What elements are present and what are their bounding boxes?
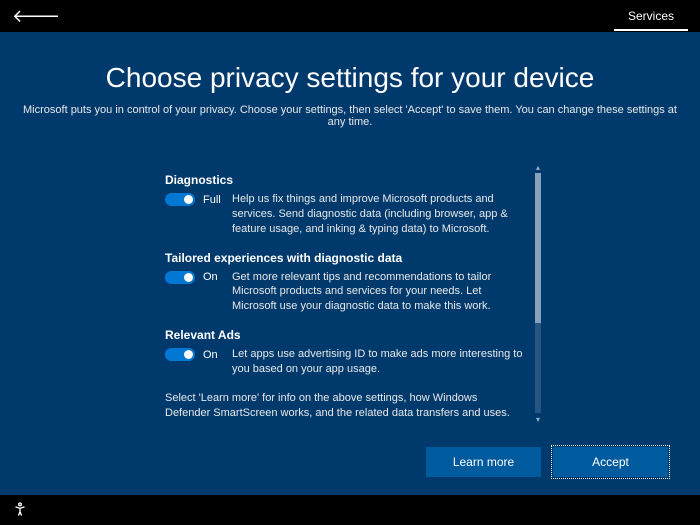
learn-more-button[interactable]: Learn more <box>426 447 541 477</box>
scroll-down-icon[interactable]: ▾ <box>533 415 543 423</box>
settings-footer-note: Select 'Learn more' for info on the abov… <box>165 391 525 421</box>
tab-services[interactable]: Services <box>614 1 688 31</box>
toggle-diagnostics[interactable] <box>165 193 195 206</box>
settings-list: ▴ ▾ Diagnostics Full Help us fix things … <box>165 173 535 420</box>
page-title: Choose privacy settings for your device <box>0 62 700 94</box>
toggle-ads[interactable] <box>165 348 195 361</box>
main-panel: Choose privacy settings for your device … <box>0 32 700 495</box>
scroll-up-icon[interactable]: ▴ <box>533 163 543 171</box>
setting-diagnostics: Diagnostics Full Help us fix things and … <box>165 173 525 237</box>
toggle-diagnostics-state: Full <box>203 194 221 206</box>
button-row: Learn more Accept <box>426 447 668 477</box>
scrollbar-thumb[interactable] <box>535 173 541 323</box>
back-arrow-icon[interactable]: 🡐 <box>12 6 60 27</box>
bottom-bar <box>0 495 700 525</box>
setting-diagnostics-title: Diagnostics <box>165 173 525 187</box>
setting-ads: Relevant Ads On Let apps use advertising… <box>165 328 525 377</box>
setting-tailored-title: Tailored experiences with diagnostic dat… <box>165 251 525 265</box>
top-bar: 🡐 Services <box>0 0 700 32</box>
setting-ads-desc: Let apps use advertising ID to make ads … <box>232 347 525 377</box>
accept-button[interactable]: Accept <box>553 447 668 477</box>
toggle-tailored[interactable] <box>165 271 195 284</box>
page-subtitle: Microsoft puts you in control of your pr… <box>0 104 700 128</box>
setting-tailored-desc: Get more relevant tips and recommendatio… <box>232 270 525 315</box>
setting-tailored: Tailored experiences with diagnostic dat… <box>165 251 525 315</box>
accessibility-icon[interactable] <box>12 501 28 520</box>
toggle-ads-state: On <box>203 349 218 361</box>
setting-diagnostics-desc: Help us fix things and improve Microsoft… <box>232 192 525 237</box>
toggle-tailored-state: On <box>203 271 218 283</box>
setting-ads-title: Relevant Ads <box>165 328 525 342</box>
